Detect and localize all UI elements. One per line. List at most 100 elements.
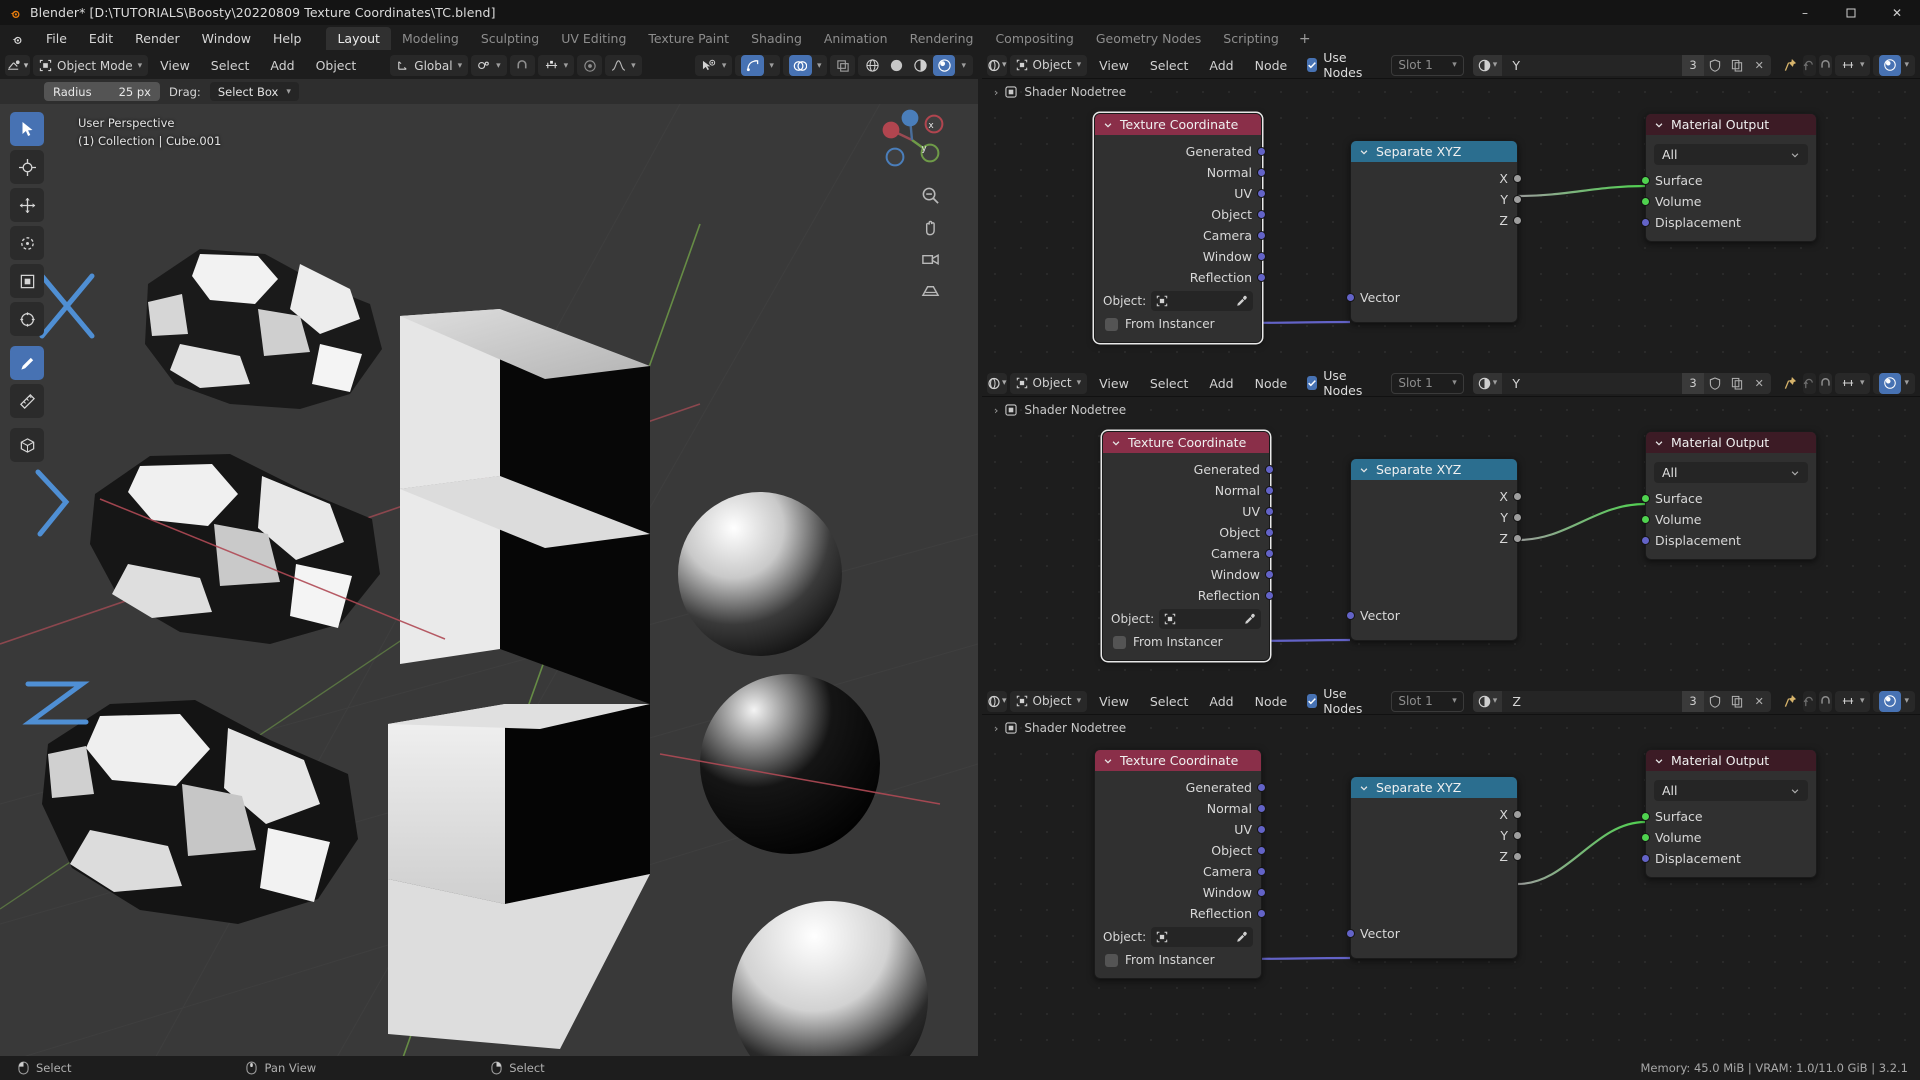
snap-settings[interactable]: ▾	[537, 55, 575, 76]
node-material-output-1[interactable]: Material Output All Surface Volume Displ…	[1641, 431, 1817, 560]
node-snap-settings-0[interactable]: ▾	[1834, 54, 1871, 76]
node-header-separate-xyz-1[interactable]: Separate XYZ	[1351, 459, 1517, 480]
tool-rotate[interactable]	[10, 226, 44, 260]
node-menu-select-1[interactable]: Select	[1141, 376, 1198, 391]
material-preview-shading-icon[interactable]	[909, 55, 931, 76]
material-output-input-surface-1[interactable]: Surface	[1641, 488, 1816, 509]
material-name-1[interactable]: Y	[1502, 372, 1683, 394]
socket-reflection[interactable]	[1257, 909, 1266, 918]
texcoord-output-2-uv[interactable]: UV	[1095, 819, 1266, 840]
viewport-menu-add[interactable]: Add	[261, 58, 303, 73]
tab-geometry-nodes[interactable]: Geometry Nodes	[1085, 27, 1212, 50]
shader-type-selector-0[interactable]: Object ▾	[1009, 54, 1088, 76]
socket-y[interactable]	[1513, 513, 1522, 522]
material-name-0[interactable]: Y	[1502, 54, 1683, 76]
tab-uv-editing[interactable]: UV Editing	[550, 27, 637, 50]
node-collapse-icon-0-sep[interactable]	[1359, 147, 1369, 157]
node-collapse-icon-1-sep[interactable]	[1359, 465, 1369, 475]
node-graph-2[interactable]: › Shader Nodetree Texture Coordinate Gen…	[982, 715, 1920, 1056]
menu-window[interactable]: Window	[191, 28, 262, 49]
use-nodes-checkbox-0[interactable]	[1307, 58, 1318, 72]
texcoord-output-1-normal[interactable]: Normal	[1103, 480, 1274, 501]
tool-transform[interactable]	[10, 302, 44, 336]
separate-output-1-y[interactable]: Y	[1351, 507, 1522, 528]
toggle-perspective-icon[interactable]	[921, 282, 940, 301]
texcoord-object-field-1[interactable]	[1159, 609, 1261, 629]
node-menu-view-1[interactable]: View	[1090, 376, 1138, 391]
texcoord-output-0-camera[interactable]: Camera	[1095, 225, 1266, 246]
texcoord-output-2-reflection[interactable]: Reflection	[1095, 903, 1266, 924]
snap-magnet-button[interactable]	[509, 55, 535, 76]
node-separate-xyz-1[interactable]: Separate XYZ X Y Z Vector	[1346, 458, 1522, 641]
material-users-2[interactable]: 3	[1682, 690, 1704, 712]
tool-scale[interactable]	[10, 264, 44, 298]
minimize-button[interactable]: –	[1782, 0, 1828, 25]
texcoord-output-2-window[interactable]: Window	[1095, 882, 1266, 903]
material-output-input-volume-1[interactable]: Volume	[1641, 509, 1816, 530]
pan-hand-icon[interactable]	[921, 218, 940, 237]
texcoord-output-1-camera[interactable]: Camera	[1103, 543, 1274, 564]
socket-vector-in-2[interactable]	[1346, 929, 1355, 938]
parent-node-tree-button-0[interactable]	[1802, 54, 1816, 76]
eyedropper-icon-2[interactable]	[1235, 931, 1248, 944]
proportional-edit-button[interactable]	[577, 55, 603, 76]
node-shading-toggle-0[interactable]: ▾	[1873, 54, 1916, 76]
node-breadcrumb-1[interactable]: › Shader Nodetree	[994, 403, 1126, 417]
socket-surface-1[interactable]	[1641, 494, 1650, 503]
node-menu-node-2[interactable]: Node	[1246, 694, 1297, 709]
separate-output-1-z[interactable]: Z	[1351, 528, 1522, 549]
node-header-texture-coordinate-0[interactable]: Texture Coordinate	[1095, 114, 1261, 135]
material-output-target-1[interactable]: All	[1654, 462, 1808, 483]
material-name-2[interactable]: Z	[1502, 690, 1683, 712]
node-header-separate-xyz-2[interactable]: Separate XYZ	[1351, 777, 1517, 798]
socket-surface-2[interactable]	[1641, 812, 1650, 821]
duplicate-material-button-0[interactable]	[1725, 54, 1748, 76]
texcoord-output-2-camera[interactable]: Camera	[1095, 861, 1266, 882]
socket-camera[interactable]	[1265, 549, 1274, 558]
node-material-output-2[interactable]: Material Output All Surface Volume Displ…	[1641, 749, 1817, 878]
tool-annotate[interactable]	[10, 346, 44, 380]
socket-y[interactable]	[1513, 195, 1522, 204]
from-instancer-checkbox-2[interactable]	[1105, 953, 1118, 967]
separate-input-vector-0[interactable]: Vector	[1346, 287, 1517, 308]
use-nodes-toggle-2[interactable]: Use Nodes	[1307, 686, 1366, 716]
camera-view-icon[interactable]	[921, 250, 940, 269]
editor-type-button-1[interactable]: ▾	[987, 372, 1007, 394]
socket-camera[interactable]	[1257, 867, 1266, 876]
socket-reflection[interactable]	[1265, 591, 1274, 600]
texcoord-object-row-2[interactable]: Object:	[1095, 924, 1261, 950]
node-header-material-output-1[interactable]: Material Output	[1646, 432, 1816, 453]
separate-output-2-y[interactable]: Y	[1351, 825, 1522, 846]
viewport-canvas[interactable]	[0, 104, 978, 1080]
material-selector-2[interactable]: ▾ Z 3 ✕	[1472, 690, 1771, 712]
tab-scripting[interactable]: Scripting	[1212, 27, 1290, 50]
node-separate-xyz-0[interactable]: Separate XYZ X Y Z Vector	[1346, 140, 1522, 323]
separate-output-0-z[interactable]: Z	[1351, 210, 1522, 231]
node-menu-select-0[interactable]: Select	[1141, 58, 1198, 73]
duplicate-material-button-2[interactable]	[1725, 690, 1748, 712]
viewport-menu-select[interactable]: Select	[202, 58, 259, 73]
zoom-icon[interactable]	[921, 186, 940, 205]
tab-sculpting[interactable]: Sculpting	[470, 27, 550, 50]
material-output-input-volume-0[interactable]: Volume	[1641, 191, 1816, 212]
use-nodes-toggle-0[interactable]: Use Nodes	[1307, 50, 1366, 80]
socket-uv[interactable]	[1265, 507, 1274, 516]
socket-volume-2[interactable]	[1641, 833, 1650, 842]
use-nodes-checkbox-2[interactable]	[1307, 694, 1318, 708]
socket-vector-in-1[interactable]	[1346, 611, 1355, 620]
slot-selector-1[interactable]: Slot 1 ▾	[1391, 372, 1464, 394]
socket-x[interactable]	[1513, 492, 1522, 501]
socket-displacement-2[interactable]	[1641, 854, 1650, 863]
socket-generated[interactable]	[1257, 147, 1266, 156]
separate-output-1-x[interactable]: X	[1351, 486, 1522, 507]
breadcrumb-expand-icon-0[interactable]: ›	[994, 86, 998, 99]
material-output-target-2[interactable]: All	[1654, 780, 1808, 801]
wireframe-shading-icon[interactable]	[861, 55, 883, 76]
texcoord-output-1-generated[interactable]: Generated	[1103, 459, 1274, 480]
pin-button-1[interactable]	[1784, 376, 1797, 390]
eyedropper-icon-0[interactable]	[1235, 295, 1248, 308]
menu-edit[interactable]: Edit	[78, 28, 124, 49]
texcoord-object-field-2[interactable]	[1151, 927, 1253, 947]
socket-uv[interactable]	[1257, 825, 1266, 834]
node-collapse-icon-2-sep[interactable]	[1359, 783, 1369, 793]
